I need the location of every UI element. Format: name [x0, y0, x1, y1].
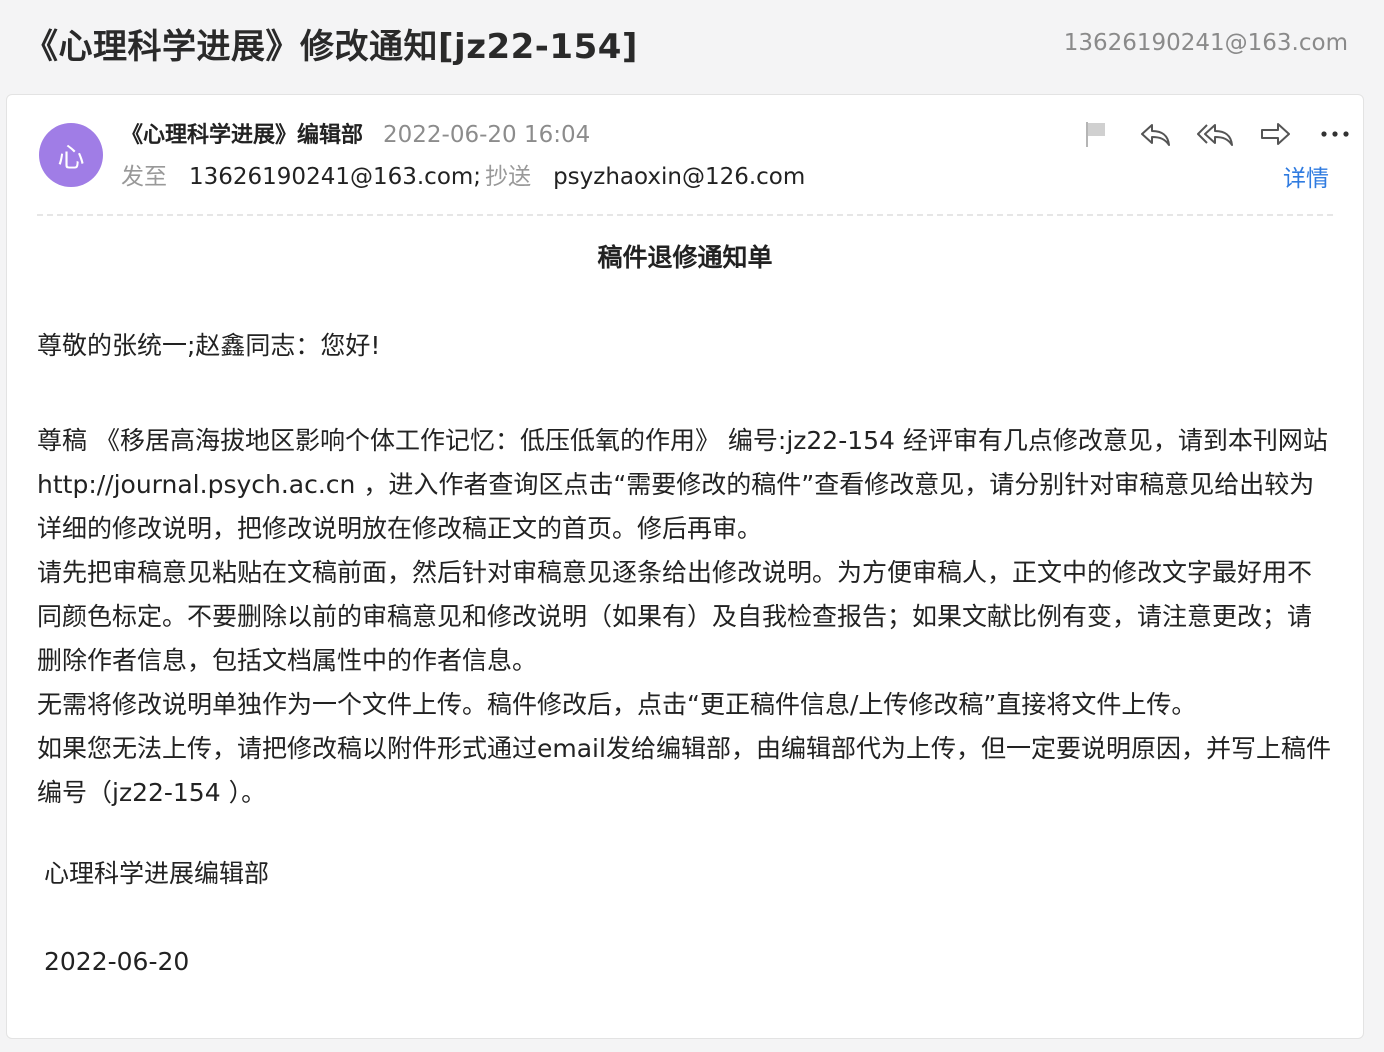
notice-paragraphs: 尊稿 《移居高海拔地区影响个体工作记忆：低压低氧的作用》 编号:jz22-154… [37, 419, 1333, 815]
reply-icon [1141, 124, 1170, 146]
forward-icon [1261, 123, 1290, 145]
reply-all-icon [1197, 124, 1233, 146]
message-body: 稿件退修通知单 尊敬的张统一;赵鑫同志：您好! 尊稿 《移居高海拔地区影响个体工… [37, 243, 1333, 977]
more-icon [1321, 131, 1349, 137]
details-link[interactable]: 详情 [1283, 159, 1329, 193]
flag-button[interactable] [1065, 115, 1125, 153]
signature-date: 2022-06-20 [44, 947, 190, 976]
account-email[interactable]: 13626190241@163.com [1064, 30, 1348, 56]
mail-header-bar: 《心理科学进展》修改通知[jz22-154] 13626190241@163.c… [0, 0, 1384, 92]
avatar[interactable]: 心 [39, 123, 103, 187]
message-card: 心 《心理科学进展》编辑部 2022-06-20 16:04 发至 136261… [6, 94, 1364, 1039]
message-actions [1065, 115, 1365, 153]
reply-button[interactable] [1125, 115, 1185, 153]
paragraph: 尊稿 《移居高海拔地区影响个体工作记忆：低压低氧的作用》 编号:jz22-154… [37, 426, 1328, 543]
to-address[interactable]: 13626190241@163.com; [189, 164, 481, 190]
greeting: 尊敬的张统一;赵鑫同志：您好! [37, 331, 381, 360]
paragraph: 如果您无法上传，请把修改稿以附件形式通过email发给编辑部，由编辑部代为上传，… [37, 734, 1331, 807]
sender-name[interactable]: 《心理科学进展》编辑部 [121, 117, 363, 149]
signature: 心理科学进展编辑部 [44, 859, 270, 888]
recipients-line: 发至 13626190241@163.com; 抄送 psyzhaoxin@12… [121, 157, 805, 191]
paragraph: 请先把审稿意见粘贴在文稿前面，然后针对审稿意见逐条给出修改说明。为方便审稿人，正… [37, 558, 1313, 675]
flag-icon [1086, 122, 1105, 147]
forward-button[interactable] [1245, 115, 1305, 153]
reply-all-button[interactable] [1185, 115, 1245, 153]
to-label: 发至 [121, 164, 167, 190]
cc-address[interactable]: psyzhaoxin@126.com [553, 164, 805, 190]
more-button[interactable] [1305, 115, 1365, 153]
paragraph: 无需将修改说明单独作为一个文件上传。稿件修改后，点击“更正稿件信息/上传修改稿”… [37, 690, 1197, 719]
mail-subject: 《心理科学进展》修改通知[jz22-154] [24, 26, 638, 67]
sent-date: 2022-06-20 16:04 [383, 122, 591, 148]
header-divider [37, 214, 1333, 216]
cc-label: 抄送 [485, 164, 532, 190]
sender-line: 《心理科学进展》编辑部 2022-06-20 16:04 [121, 117, 590, 149]
notice-title: 稿件退修通知单 [597, 243, 773, 272]
